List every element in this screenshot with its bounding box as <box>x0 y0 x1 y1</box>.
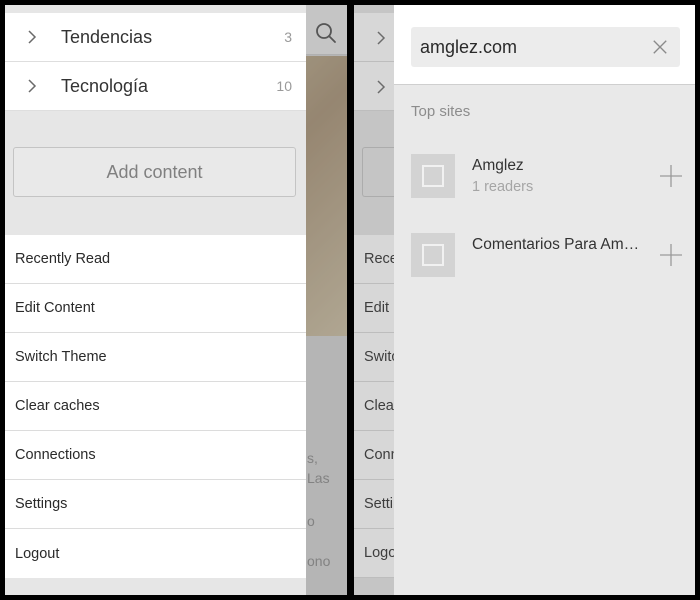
plus-icon[interactable] <box>659 164 683 188</box>
search-box <box>411 27 680 67</box>
chevron-right-icon <box>25 79 39 93</box>
category-row-tendencias[interactable]: Tendencias 3 <box>5 13 306 62</box>
category-count: 10 <box>276 78 292 94</box>
add-content-button[interactable]: Add content <box>13 147 296 197</box>
navigation-drawer: Tendencias 3 Tecnología 10 Add content R… <box>5 5 306 595</box>
search-input[interactable] <box>411 36 652 58</box>
site-result-amglez[interactable]: Amglez 1 readers <box>411 154 683 198</box>
menu-item-settings[interactable]: Settings <box>5 480 306 529</box>
menu-item-edit-content[interactable]: Edit Content <box>5 284 306 333</box>
site-subtitle: 1 readers <box>472 179 534 195</box>
category-name: Tecnología <box>61 75 149 96</box>
site-title: Amglez <box>472 157 524 174</box>
category-count: 3 <box>284 29 292 45</box>
left-screen: s, Las o ono Tendencias 3 Tecnología 10 … <box>5 5 347 595</box>
site-thumbnail-icon <box>411 154 455 198</box>
menu-item-clear-caches[interactable]: Clear caches <box>5 382 306 431</box>
plus-icon[interactable] <box>659 243 683 267</box>
category-name: Tendencias <box>61 26 153 47</box>
site-title: Comentarios Para Am… <box>472 236 640 253</box>
site-thumbnail-icon <box>411 233 455 277</box>
menu-item-connections[interactable]: Connections <box>5 431 306 480</box>
section-heading-top-sites: Top sites <box>411 103 471 120</box>
menu-item-recently-read[interactable]: Recently Read <box>5 235 306 284</box>
search-header <box>394 5 695 85</box>
category-row-tecnologia[interactable]: Tecnología 10 <box>5 62 306 111</box>
drawer-menu: Recently Read Edit Content Switch Theme … <box>5 235 306 578</box>
menu-item-switch-theme[interactable]: Switch Theme <box>5 333 306 382</box>
add-source-pane: Top sites Amglez 1 readers Comentarios P… <box>394 5 695 595</box>
chevron-right-icon <box>25 30 39 44</box>
search-icon[interactable] <box>315 22 337 44</box>
site-result-comentarios[interactable]: Comentarios Para Am… <box>411 233 683 277</box>
right-screen: Rece Edit Switc Clea Conn Setti Logo Top… <box>354 5 695 595</box>
menu-item-logout[interactable]: Logout <box>5 529 306 578</box>
close-icon[interactable] <box>652 38 668 56</box>
